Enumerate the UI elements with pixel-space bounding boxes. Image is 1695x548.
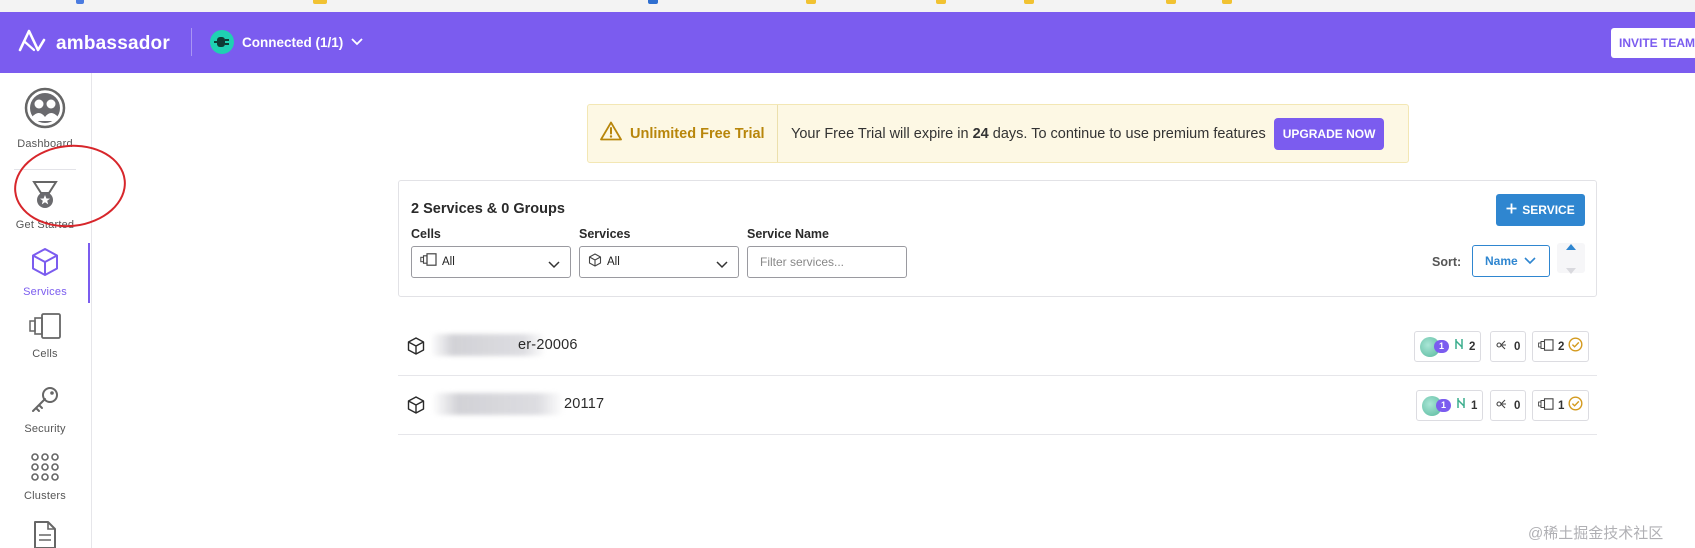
chevron-down-icon [351, 33, 363, 51]
connection-dropdown[interactable]: Connected (1/1) [210, 30, 363, 54]
links-badge[interactable]: 0 [1490, 331, 1527, 362]
trial-heading: Unlimited Free Trial [588, 105, 778, 162]
cluster-count: 1 [1434, 340, 1450, 353]
sort-select[interactable]: Name [1472, 245, 1550, 277]
sidebar-item-label: Clusters [24, 490, 66, 502]
service-row[interactable]: 20117 1 1 0 1 [398, 376, 1597, 435]
chevron-down-icon [716, 256, 728, 274]
clusters-ports-badge[interactable]: 1 2 [1414, 331, 1482, 362]
cells-filter-value: All [442, 256, 455, 268]
brand-name: ambassador [56, 32, 170, 54]
plug-icon [210, 30, 234, 54]
sidebar-item-label: Cells [32, 348, 58, 360]
trial-days-remaining: 24 [972, 125, 989, 142]
services-filter-select[interactable]: All [579, 246, 739, 278]
sidebar-item-dashboard[interactable]: Dashboard [0, 87, 90, 150]
sidebar-item-get-started[interactable]: Get Started [0, 180, 90, 231]
clusters-ports-badge[interactable]: 1 1 [1416, 390, 1484, 421]
port-icon [1455, 396, 1467, 415]
cells-status-badge[interactable]: 1 [1532, 390, 1590, 421]
cells-status-badge[interactable]: 2 [1532, 331, 1590, 362]
cube-icon [30, 247, 60, 282]
sidebar-item-security[interactable]: Security [0, 386, 90, 435]
check-circle-icon [1568, 395, 1583, 416]
top-header: ambassador Connected (1/1) INVITE TEAM [0, 12, 1695, 73]
network-icon [1496, 338, 1510, 356]
sidebar-item-services[interactable]: Services [0, 247, 90, 298]
cell-count: 1 [1558, 399, 1565, 412]
sidebar-item-documents[interactable] [0, 520, 90, 548]
services-filter-value: All [607, 256, 620, 268]
cells-icon [420, 253, 437, 271]
invite-team-button[interactable]: INVITE TEAM [1611, 28, 1695, 58]
link-count: 0 [1514, 399, 1521, 412]
medal-icon [30, 180, 60, 215]
service-name-filter-input[interactable] [747, 246, 907, 278]
sort-ascending-icon [1566, 237, 1576, 255]
service-name: er-20006 [518, 337, 578, 353]
sort-direction-toggle[interactable] [1557, 243, 1585, 274]
sidebar-divider [14, 169, 76, 170]
sidebar-item-label: Services [23, 286, 67, 298]
trial-message: Your Free Trial will expire in 24 days. … [791, 126, 1266, 142]
document-icon [33, 520, 57, 548]
warning-icon [600, 121, 622, 146]
redacted-name-blur [432, 393, 564, 415]
services-summary: 2 Services & 0 Groups [411, 201, 565, 217]
sort-value: Name [1485, 254, 1518, 268]
sidebar-item-label: Get Started [15, 219, 75, 231]
dashboard-icon [24, 87, 66, 134]
sidebar-item-clusters[interactable]: Clusters [0, 453, 90, 502]
sort-label: Sort: [1432, 255, 1462, 269]
sidebar-item-cells[interactable]: Cells [0, 313, 90, 360]
service-row[interactable]: er-20006 1 2 0 2 [398, 317, 1597, 376]
chevron-down-icon [548, 256, 560, 274]
sidebar: Dashboard Get Started Services Cells Sec… [0, 73, 92, 548]
port-icon [1453, 337, 1465, 356]
cube-icon [407, 396, 425, 419]
trial-message-suffix: days. To continue to use premium feature… [992, 125, 1266, 142]
sidebar-item-label: Dashboard [17, 138, 73, 150]
cells-icon [28, 313, 62, 344]
service-name: 20117 [564, 396, 605, 412]
cells-icon [1538, 397, 1554, 415]
cell-count: 2 [1558, 340, 1565, 353]
link-count: 0 [1514, 340, 1521, 353]
connection-status: Connected (1/1) [242, 34, 344, 50]
cells-filter-label: Cells [411, 227, 441, 241]
add-service-label: SERVICE [1522, 203, 1575, 217]
header-divider [191, 28, 192, 56]
services-filter-card: 2 Services & 0 Groups Cells All Services [398, 180, 1597, 297]
port-count: 1 [1471, 399, 1478, 412]
check-circle-icon [1568, 336, 1583, 357]
cube-icon [407, 337, 425, 360]
browser-bookmarks-bar [0, 0, 1695, 12]
trial-title: Unlimited Free Trial [630, 125, 765, 142]
ambassador-logo-icon [18, 28, 46, 59]
add-service-button[interactable]: SERVICE [1496, 194, 1585, 226]
links-badge[interactable]: 0 [1490, 390, 1527, 421]
brand-logo[interactable]: ambassador [18, 28, 170, 59]
upgrade-now-button[interactable]: UPGRADE NOW [1273, 117, 1385, 150]
sidebar-item-label: Security [24, 423, 66, 435]
service-name-label: Service Name [747, 227, 830, 241]
watermark: @稀土掘金技术社区 [1528, 525, 1664, 542]
chevron-down-icon [1524, 252, 1536, 270]
key-icon [30, 386, 60, 419]
network-icon [1496, 397, 1510, 415]
grid-dots-icon [31, 453, 59, 486]
cluster-count: 1 [1436, 399, 1452, 412]
trial-message-prefix: Your Free Trial will expire in [791, 125, 969, 142]
sort-descending-icon [1566, 261, 1576, 279]
plus-icon [1506, 203, 1517, 217]
free-trial-banner: Unlimited Free Trial Your Free Trial wil… [587, 104, 1409, 163]
services-filter-label: Services [579, 227, 631, 241]
port-count: 2 [1469, 340, 1476, 353]
cells-filter-select[interactable]: All [411, 246, 571, 278]
cells-icon [1538, 338, 1554, 356]
cube-icon [588, 252, 602, 272]
